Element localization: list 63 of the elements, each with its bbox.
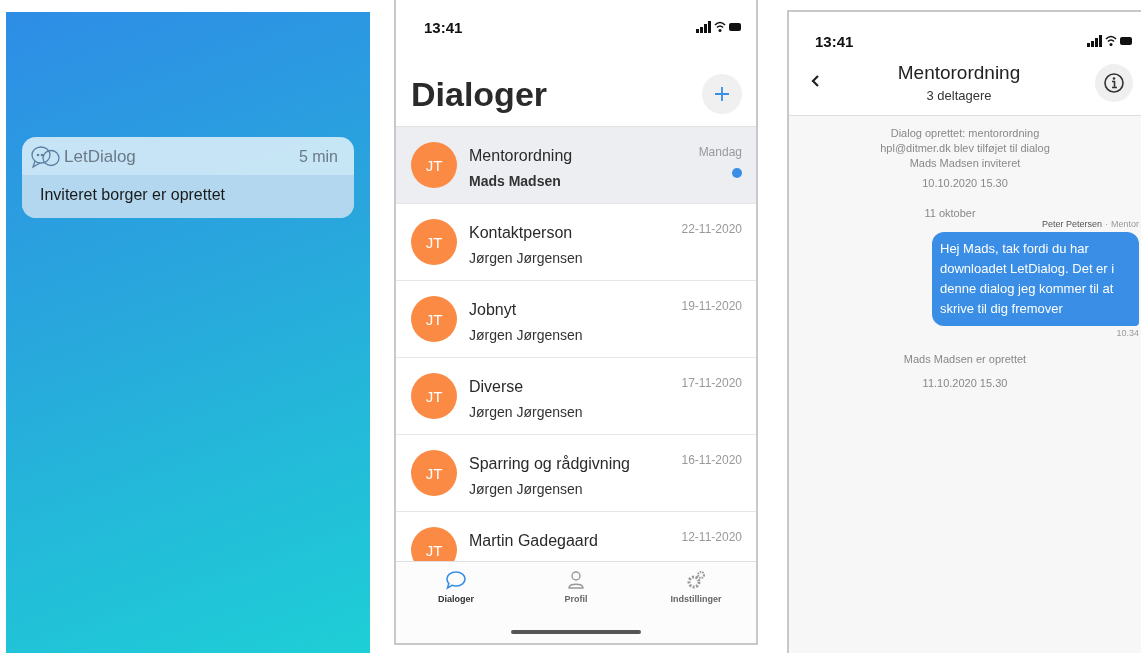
gears-icon — [685, 570, 707, 590]
avatar: JT — [411, 296, 457, 342]
dialog-participant: Jørgen Jørgensen — [469, 250, 584, 266]
speech-bubbles-icon — [30, 145, 62, 169]
screen-title: Dialoger — [411, 74, 548, 114]
status-icons — [1087, 35, 1133, 47]
dialog-date: 16-11-2020 — [681, 453, 742, 467]
dialog-participant: Jørgen Jørgensen — [469, 327, 584, 343]
system-message: Mads Madsen er oprettet — [903, 352, 1027, 367]
speech-bubble-icon — [445, 570, 467, 590]
dialog-item[interactable]: JT Jobnyt Jørgen Jørgensen 19-11-2020 — [396, 281, 756, 358]
dialog-title: Martin Gadegaard — [469, 532, 599, 550]
dialog-title: Jobnyt — [469, 301, 518, 319]
dialog-title: Sparring og rådgivning — [469, 455, 631, 473]
dialog-title: Mentorordning — [469, 147, 574, 165]
dialog-participant: Jørgen Jørgensen — [469, 404, 584, 420]
dialog-title: Diverse — [469, 378, 525, 396]
dialog-item[interactable]: JT Sparring og rådgivning Jørgen Jørgensen 16-11-2020 — [396, 435, 756, 512]
dialog-date: Mandag — [698, 145, 742, 159]
message-bubble: Hej Mads, tak fordi du har downloadet LetDialog. Det er i denne dialog jeg kommer til at skrive til dig fremover — [932, 232, 1139, 326]
avatar: JT — [411, 450, 457, 496]
plus-icon — [713, 85, 731, 103]
dialog-date: 19-11-2020 — [681, 299, 742, 313]
status-icons — [696, 21, 742, 33]
notification-card[interactable]: LetDialog 5 min Inviteret borger er oprettet — [22, 137, 354, 218]
info-button[interactable] — [1095, 63, 1133, 102]
status-time: 13:41 — [424, 18, 463, 36]
sender-name: Peter Petersen — [1041, 219, 1102, 229]
avatar: JT — [411, 373, 457, 419]
message-time: 10.34 — [1116, 328, 1139, 338]
dialog-date: 12-11-2020 — [681, 530, 742, 544]
system-message: hpl@ditmer.dk blev tilføjet til dialog — [880, 141, 1050, 156]
participant-count: 3 deltagere — [926, 88, 992, 103]
dialog-participant: Jørgen Jørgensen — [469, 481, 584, 497]
timestamp: 11.10.2020 15.30 — [922, 376, 1008, 391]
tab[interactable]: Profil — [526, 570, 626, 604]
add-button[interactable] — [702, 74, 742, 114]
avatar: JT — [411, 219, 457, 265]
notification-message: Inviteret borger er oprettet — [40, 186, 225, 203]
date-separator: 11 oktober — [924, 207, 976, 219]
chat-title: Mentorordning — [897, 62, 1021, 84]
avatar: JT — [411, 142, 457, 188]
dialog-participant: Mads Madsen — [469, 173, 562, 189]
info-icon — [1103, 71, 1125, 94]
dialog-item[interactable]: JT Diverse Jørgen Jørgensen 17-11-2020 — [396, 358, 756, 435]
dialog-item[interactable]: JT Kontaktperson Jørgen Jørgensen 22-11-2020 — [396, 204, 756, 281]
system-message: Dialog oprettet: mentorordning — [890, 126, 1040, 141]
sender-role: Mentor — [1111, 219, 1139, 229]
dialog-item[interactable]: JT Mentorordning Mads Madsen Mandag — [396, 127, 756, 204]
separator-dot: · — [1105, 219, 1108, 229]
tab[interactable]: Dialoger — [406, 570, 506, 604]
dialog-date: 17-11-2020 — [681, 376, 742, 390]
tab[interactable]: Indstillinger — [646, 570, 746, 604]
dialog-title: Kontaktperson — [469, 224, 574, 242]
dialog-date: 22-11-2020 — [681, 222, 742, 236]
chevron-left-icon — [811, 74, 821, 88]
app-name: LetDialog — [64, 147, 136, 167]
timestamp: 10.10.2020 15.30 — [922, 176, 1008, 191]
system-message: Mads Madsen inviteret — [909, 156, 1021, 171]
avatar: JT — [411, 527, 457, 561]
status-time: 13:41 — [815, 32, 854, 50]
notification-time: 5 min — [298, 148, 338, 166]
person-icon — [567, 570, 585, 590]
